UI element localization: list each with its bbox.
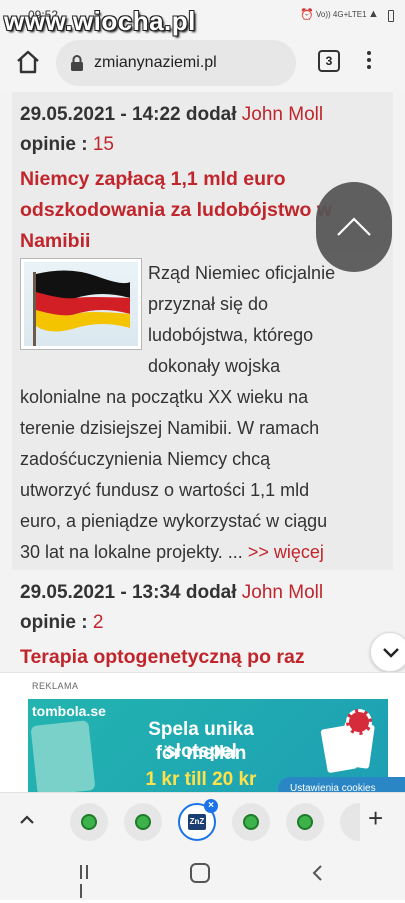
- opinions-count-link[interactable]: 2: [93, 612, 104, 633]
- opinions-label: opinie :: [20, 134, 88, 155]
- address-bar[interactable]: zmianynaziemi.pl: [56, 40, 296, 86]
- browser-toolbar: zmianynaziemi.pl 3: [0, 34, 405, 92]
- article-meta: 29.05.2021 - 13:34 dodał John Moll: [20, 582, 323, 604]
- opinions-count-link[interactable]: 15: [93, 134, 114, 155]
- opinions-line: opinie : 15: [20, 134, 114, 156]
- ad-label: REKLAMA: [32, 681, 79, 691]
- body-line: terenie dzisiejszej Namibii. W ramach: [20, 418, 320, 438]
- article-meta: 29.05.2021 - 14:22 dodał John Moll: [20, 104, 323, 126]
- body-line: kolonialne na początku XX wieku na: [20, 387, 309, 407]
- chevron-down-icon: [383, 648, 399, 658]
- chevron-up-icon[interactable]: [18, 811, 36, 829]
- article-date: 29.05.2021 - 14:22 dodał: [20, 104, 237, 125]
- new-tab-button[interactable]: +: [368, 805, 383, 831]
- article-title[interactable]: Niemcy zapłacą 1,1 mld euro odszkodowani…: [20, 164, 350, 257]
- tab-favicon[interactable]: [232, 803, 270, 841]
- article-title[interactable]: Terapia optogenetyczną po raz: [20, 642, 350, 672]
- menu-icon[interactable]: [366, 48, 372, 74]
- body-line: euro, a pieniądze wykorzystać w ciągu: [20, 511, 328, 531]
- article-body-full: kolonialne na początku XX wieku na teren…: [20, 382, 385, 568]
- ad-subline: för mellan: [155, 743, 247, 764]
- close-tab-icon[interactable]: ×: [204, 799, 218, 813]
- battery-icon: [388, 10, 394, 22]
- alarm-icon: ⏰: [300, 9, 314, 21]
- tab-favicon[interactable]: [124, 803, 162, 841]
- signal-icon: ▲: [368, 8, 379, 20]
- back-icon[interactable]: [308, 863, 328, 883]
- recent-apps-icon[interactable]: [80, 865, 96, 898]
- playing-cards-graphic: [318, 709, 378, 785]
- lock-icon: [71, 55, 83, 71]
- tab-strip: ZnZ × +: [0, 792, 405, 846]
- tab-favicon-partial[interactable]: [340, 803, 360, 841]
- body-last-line: 30 lat na lokalne projekty. ... >> więce…: [20, 537, 385, 568]
- system-nav-bar: [0, 846, 405, 900]
- title-line: Namibii: [20, 230, 91, 252]
- network-label-2: LTE1: [348, 10, 367, 19]
- ad-container: REKLAMA tombola.se Spela unika slotspel …: [0, 672, 405, 801]
- home-button-icon[interactable]: [190, 863, 210, 883]
- article-body-side: Rząd Niemiec oficjalnie przyznał się do …: [148, 258, 378, 382]
- body-line: utworzyć fundusz o wartości 1,1 mld: [20, 480, 310, 500]
- body-line: zadośćuczynienia Niemcy chcą: [20, 449, 271, 469]
- scroll-to-top-button[interactable]: [316, 182, 392, 272]
- watermark: www.wiocha.pl: [4, 6, 196, 36]
- active-tab-label: ZnZ: [188, 814, 206, 830]
- article-thumbnail[interactable]: [20, 258, 142, 350]
- ad-collapse-button[interactable]: [370, 632, 405, 672]
- author-link[interactable]: John Moll: [242, 104, 323, 125]
- title-line: odszkodowania za ludobójstwo w: [20, 199, 333, 221]
- opinions-label: opinie :: [20, 612, 88, 633]
- url-text: zmianynaziemi.pl: [94, 54, 217, 71]
- ad-brand: tombola.se: [32, 703, 106, 719]
- ad-price: 1 kr till 20 kr: [145, 769, 257, 790]
- german-flag-image: [24, 262, 138, 346]
- body-line: 30 lat na lokalne projekty. ...: [20, 542, 243, 562]
- title-line: Terapia optogenetyczną po raz: [20, 646, 305, 668]
- tab-favicon[interactable]: [286, 803, 324, 841]
- article-date: 29.05.2021 - 13:34 dodał: [20, 582, 237, 603]
- home-icon[interactable]: [14, 48, 42, 76]
- body-line: przyznał się do: [148, 294, 269, 314]
- body-line: dokonały wojska: [148, 356, 281, 376]
- opinions-line: opinie : 2: [20, 612, 103, 634]
- tab-count-button[interactable]: 3: [318, 50, 340, 72]
- chevron-up-icon: [337, 217, 371, 236]
- body-line: ludobójstwa, którego: [148, 325, 314, 345]
- author-link[interactable]: John Moll: [242, 582, 323, 603]
- page-content: 29.05.2021 - 14:22 dodał John Moll opini…: [0, 92, 405, 672]
- title-line: Niemcy zapłacą 1,1 mld euro: [20, 168, 286, 190]
- tab-favicon[interactable]: [70, 803, 108, 841]
- network-label: Vo)) 4G+: [316, 10, 349, 19]
- read-more-link[interactable]: >> więcej: [248, 542, 324, 562]
- slot-graphic: [30, 720, 96, 793]
